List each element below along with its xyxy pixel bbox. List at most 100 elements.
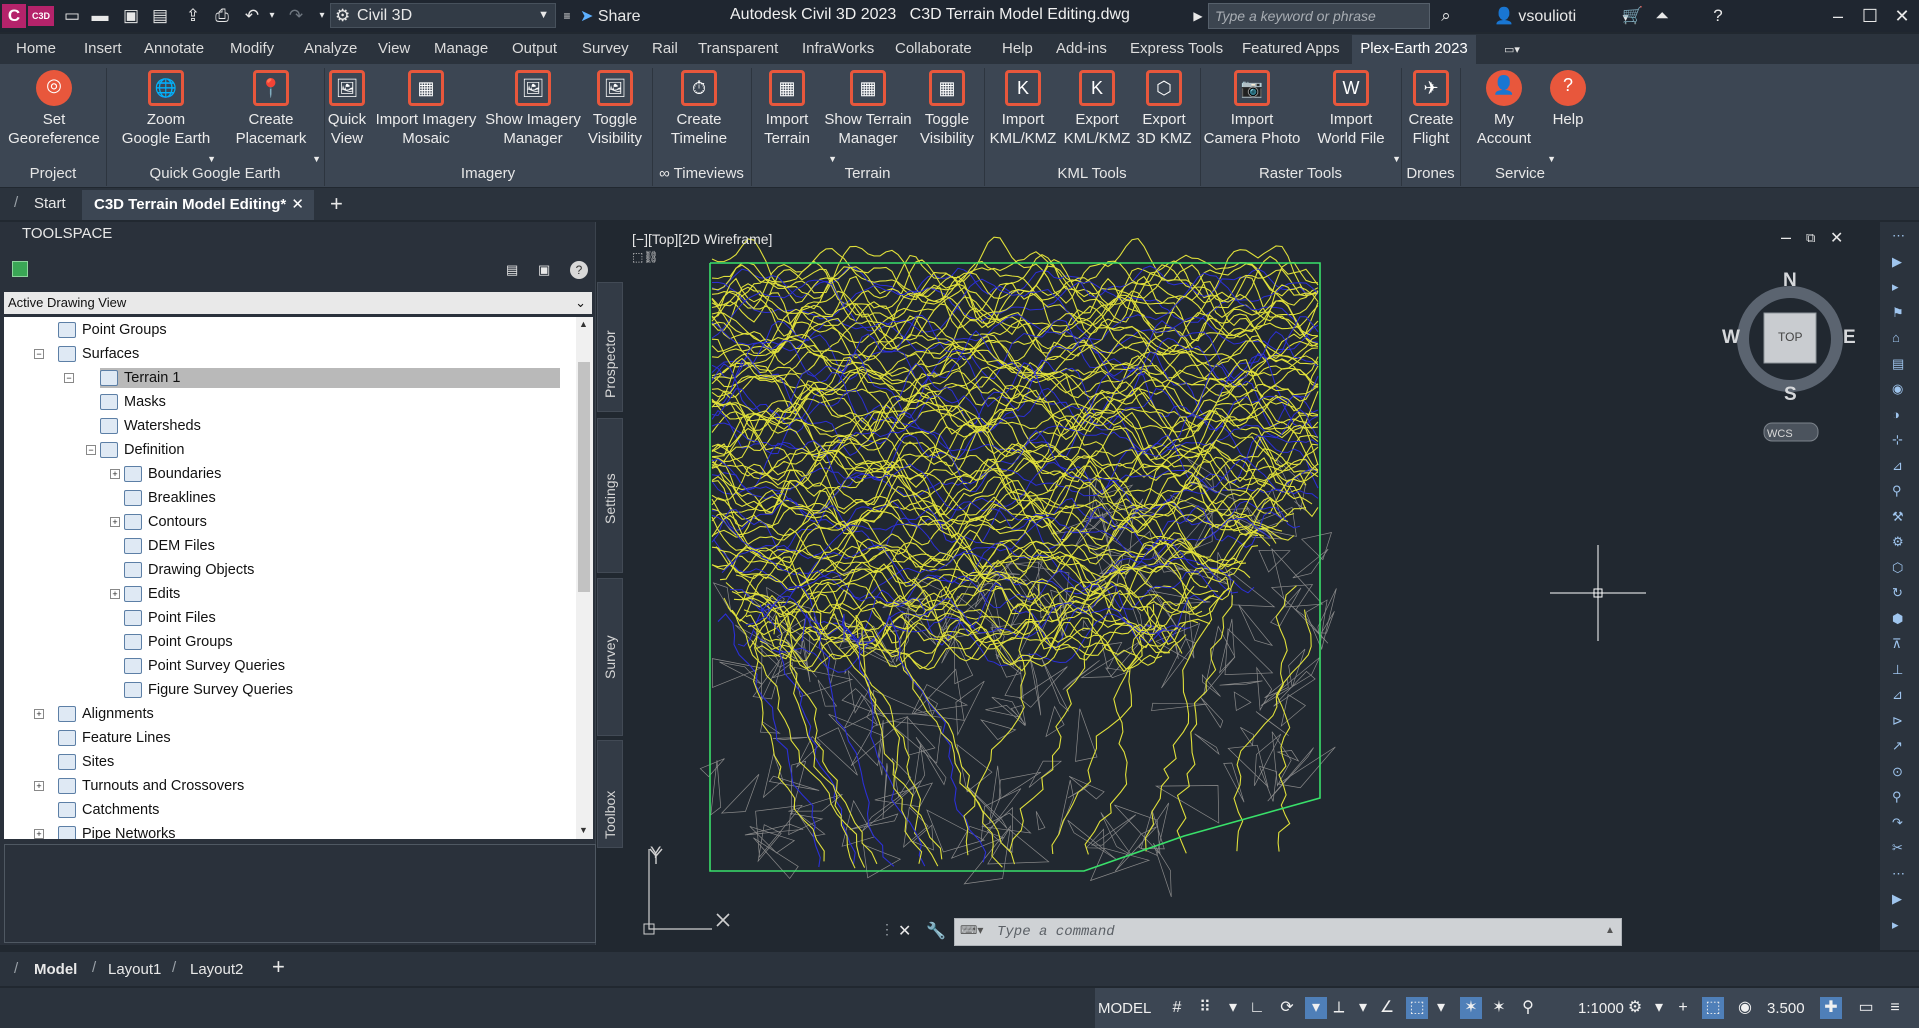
zoom-google-earth-button[interactable]: 🌐 Zoom Google Earth ▼ bbox=[106, 70, 226, 164]
tree-expand-toggle[interactable]: + bbox=[110, 589, 120, 599]
tree-expand-toggle[interactable]: − bbox=[86, 445, 96, 455]
tab-plex-earth[interactable]: Plex-Earth 2023 bbox=[1352, 35, 1476, 64]
tree-item[interactable]: Point Groups bbox=[124, 632, 233, 652]
tree-collapse-toggle[interactable]: − bbox=[64, 373, 74, 383]
scroll-up-icon[interactable]: ▲ bbox=[579, 319, 588, 329]
status-toggle-icon[interactable]: ▾ bbox=[1430, 997, 1452, 1019]
wcs-label[interactable]: WCS bbox=[1767, 428, 1793, 440]
palette-tool-icon[interactable]: ▸ bbox=[1892, 917, 1899, 933]
palette-tool-icon[interactable]: ↗ bbox=[1892, 738, 1903, 754]
palette-tool-icon[interactable]: ✂ bbox=[1892, 840, 1903, 856]
palette-tool-icon[interactable]: ◑ bbox=[1892, 407, 1900, 422]
status-toggle-icon[interactable]: + bbox=[1672, 997, 1694, 1019]
tab-transparent[interactable]: Transparent bbox=[698, 40, 778, 57]
compass-south[interactable]: S bbox=[1784, 384, 1797, 406]
status-toggle-icon[interactable]: ▾ bbox=[1222, 997, 1244, 1019]
palette-tool-icon[interactable]: ⊿ bbox=[1892, 687, 1903, 703]
palette-tool-icon[interactable]: ⊼ bbox=[1892, 636, 1902, 652]
save-as-icon[interactable]: ▤ bbox=[150, 6, 170, 26]
close-button[interactable]: ✕ bbox=[1890, 4, 1914, 28]
redo-icon[interactable]: ↷ bbox=[286, 6, 306, 26]
tree-item[interactable]: Figure Survey Queries bbox=[124, 680, 293, 700]
import-imagery-mosaic-button[interactable]: ▦ Import Imagery Mosaic bbox=[366, 70, 486, 148]
scrollbar-thumb[interactable] bbox=[578, 362, 590, 592]
palette-tool-icon[interactable]: ⬡ bbox=[1892, 560, 1903, 576]
palette-tool-icon[interactable]: ⚲ bbox=[1892, 789, 1902, 805]
undo-dropdown-icon[interactable]: ▾ bbox=[262, 6, 282, 26]
status-toggle-icon[interactable]: ≡ bbox=[1884, 997, 1906, 1019]
tree-item[interactable]: Point Survey Queries bbox=[124, 656, 285, 676]
palette-tool-icon[interactable]: ⚙ bbox=[1892, 534, 1904, 550]
close-tab-icon[interactable]: ✕ bbox=[291, 190, 304, 220]
workspace-menu-icon[interactable]: ≡ bbox=[557, 6, 577, 26]
tab-insert[interactable]: Insert bbox=[84, 40, 122, 57]
tree-item[interactable]: Definition bbox=[100, 440, 184, 460]
palette-tool-icon[interactable]: ↻ bbox=[1892, 585, 1903, 601]
tree-item[interactable]: Contours bbox=[124, 512, 207, 532]
palette-tool-icon[interactable]: ◉ bbox=[1892, 381, 1903, 397]
palette-tool-icon[interactable]: ⌂ bbox=[1892, 330, 1900, 345]
tab-model[interactable]: Model bbox=[34, 961, 77, 978]
tree-expand-toggle[interactable]: + bbox=[34, 781, 44, 791]
tree-item[interactable]: Masks bbox=[100, 392, 166, 412]
set-georeference-button[interactable]: ◎ Set Georeference bbox=[0, 70, 114, 148]
cmd-history-icon[interactable]: ▲ bbox=[1605, 925, 1615, 936]
tab-settings[interactable]: Settings bbox=[597, 418, 623, 573]
status-toggle-icon[interactable]: ✶ bbox=[1460, 997, 1482, 1019]
user-account[interactable]: 👤 vsoulioti ▼ bbox=[1494, 6, 1631, 26]
palette-tool-icon[interactable]: ⚒ bbox=[1892, 509, 1904, 525]
tree-expand-toggle[interactable]: + bbox=[34, 829, 44, 839]
palette-tool-icon[interactable]: ⋯ bbox=[1892, 866, 1905, 882]
search-input[interactable]: Type a keyword or phrase bbox=[1208, 3, 1430, 29]
ribbon-group-label[interactable]: Terrain bbox=[751, 165, 984, 182]
tab-layout1[interactable]: Layout1 bbox=[108, 961, 161, 978]
palette-tool-icon[interactable]: ⬢ bbox=[1892, 611, 1903, 627]
palette-tool-icon[interactable]: ↷ bbox=[1892, 815, 1903, 831]
status-toggle-icon[interactable]: ⟳ bbox=[1276, 997, 1298, 1019]
tab-help[interactable]: Help bbox=[1002, 40, 1033, 57]
tab-add-ins[interactable]: Add-ins bbox=[1056, 40, 1107, 57]
tree-item[interactable]: Edits bbox=[124, 584, 180, 604]
print-icon[interactable]: ⎙ bbox=[212, 6, 232, 26]
status-toggle-icon[interactable]: ⚲ bbox=[1517, 997, 1539, 1019]
cart-icon[interactable]: 🛒 bbox=[1622, 6, 1643, 26]
tree-item[interactable]: Turnouts and Crossovers bbox=[58, 776, 244, 796]
new-file-icon[interactable]: ▭ bbox=[62, 6, 82, 26]
tree-item[interactable]: Terrain 1 bbox=[100, 368, 560, 388]
palette-tool-icon[interactable]: ⊙ bbox=[1892, 764, 1903, 780]
workspace-selector[interactable]: ⚙ Civil 3D ▼ bbox=[330, 3, 556, 28]
tree-item[interactable]: Alignments bbox=[58, 704, 154, 724]
drawing-view-icon[interactable] bbox=[12, 261, 28, 277]
command-input[interactable]: Type a command bbox=[954, 918, 1622, 946]
viewport-controls-label[interactable]: [−][Top][2D Wireframe] bbox=[632, 231, 772, 247]
ribbon-minimize-icon[interactable]: ▭▾ bbox=[1502, 40, 1522, 60]
tab-express-tools[interactable]: Express Tools bbox=[1130, 40, 1223, 57]
tree-item[interactable]: Catchments bbox=[58, 800, 159, 820]
palette-tool-icon[interactable]: ▶ bbox=[1892, 254, 1902, 270]
status-toggle-icon[interactable]: ▾ bbox=[1305, 997, 1327, 1019]
tree-expand-toggle[interactable]: + bbox=[110, 469, 120, 479]
tree-expand-toggle[interactable]: + bbox=[110, 517, 120, 527]
palette-tool-icon[interactable]: ⚲ bbox=[1892, 483, 1902, 499]
palette-tool-icon[interactable]: ⊹ bbox=[1892, 432, 1903, 448]
status-toggle-icon[interactable]: # bbox=[1166, 997, 1188, 1019]
tab-start[interactable]: Start bbox=[34, 195, 66, 212]
status-toggle-icon[interactable]: ✚ bbox=[1820, 997, 1842, 1019]
tab-layout2[interactable]: Layout2 bbox=[190, 961, 243, 978]
publish-icon[interactable]: ⇪ bbox=[183, 6, 203, 26]
lineweight-value[interactable]: 3.500 bbox=[1767, 1000, 1805, 1017]
autodesk-a360-icon[interactable]: ⏶ bbox=[1652, 6, 1672, 26]
palette-tool-icon[interactable]: ⋯ bbox=[1892, 228, 1905, 244]
tab-active-drawing[interactable]: C3D Terrain Model Editing* ✕ bbox=[82, 190, 314, 220]
tree-item[interactable]: DEM Files bbox=[124, 536, 215, 556]
layout-menu-icon[interactable]: / bbox=[14, 960, 18, 977]
tab-output[interactable]: Output bbox=[512, 40, 557, 57]
viewport-restore-icon[interactable]: ⧉ bbox=[1806, 230, 1815, 246]
panel-toggle-icon[interactable]: ▣ bbox=[538, 262, 550, 278]
tab-survey[interactable]: Survey bbox=[597, 578, 623, 736]
navigation-bar-icon[interactable]: ⬚⛓ bbox=[632, 250, 659, 264]
view-dropdown[interactable]: Active Drawing View ⌄ bbox=[4, 292, 592, 314]
cmd-grip-icon[interactable]: ⋮ bbox=[880, 921, 894, 938]
cmd-close-icon[interactable]: ✕ bbox=[898, 921, 911, 941]
annotation-scale[interactable]: 1:1000 bbox=[1578, 1000, 1624, 1017]
